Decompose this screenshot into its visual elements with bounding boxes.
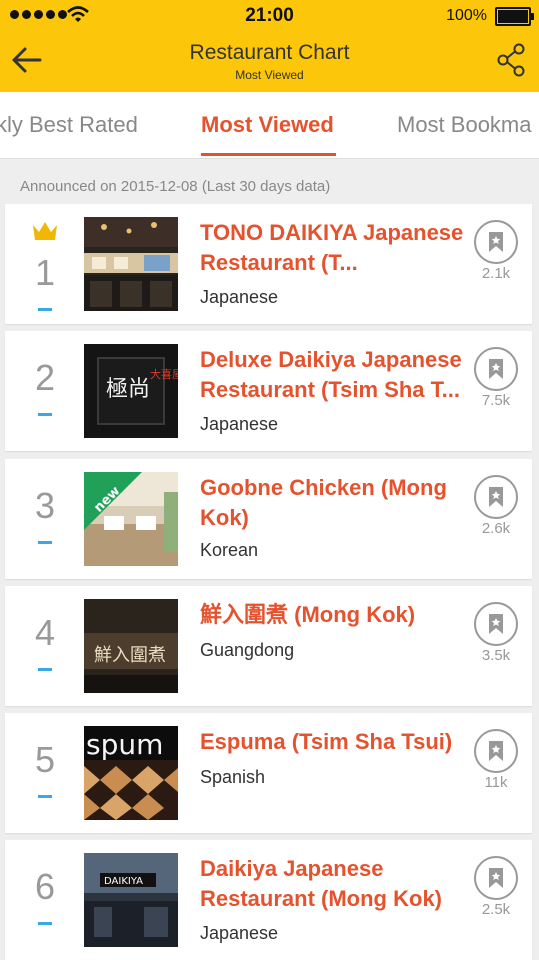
restaurant-photo[interactable]: DAIKIYA: [84, 853, 178, 947]
cuisine-label: Japanese: [200, 287, 279, 307]
rank-number: 3: [34, 485, 56, 526]
restaurant-photo[interactable]: 極尚 大喜屋: [84, 344, 178, 438]
bookmark-icon: [489, 868, 503, 888]
rank-change-indicator: [38, 541, 52, 544]
status-bar: 21:00 100%: [0, 0, 539, 32]
bookmark-button[interactable]: [474, 475, 518, 519]
cuisine-label: Japanese: [200, 923, 279, 943]
rank-change-indicator: [38, 668, 52, 671]
restaurant-name[interactable]: Goobne Chicken (Mong Kok): [200, 473, 480, 533]
cuisine-label: Korean: [200, 540, 259, 560]
rank-change-indicator: [38, 922, 52, 925]
rank-change-indicator: [38, 308, 52, 311]
restaurant-card[interactable]: 4 鮮入圍煮 鮮入圍煮 (Mong Kok) Guangdong 3.5k: [5, 586, 532, 706]
bookmark-icon: [489, 232, 503, 252]
bookmark-button[interactable]: [474, 220, 518, 264]
restaurant-name[interactable]: Daikiya Japanese Restaurant (Mong Kok): [200, 854, 480, 914]
bookmark-count: 2.5k: [481, 901, 511, 918]
rank-change-indicator: [38, 413, 52, 416]
bookmark-count: 3.5k: [481, 647, 511, 664]
rank-number: 2: [34, 357, 56, 398]
battery-icon: [495, 7, 534, 26]
share-icon[interactable]: [497, 42, 527, 78]
restaurant-card[interactable]: 2 極尚 大喜屋 Deluxe Daikiya Japanese Restaur…: [5, 331, 532, 451]
cuisine-label: Guangdong: [200, 640, 295, 660]
restaurant-photo[interactable]: 鮮入圍煮: [84, 599, 178, 693]
rank-number: 5: [34, 739, 56, 780]
active-tab-indicator: [201, 153, 336, 156]
bookmark-count: 11k: [484, 774, 508, 791]
restaurant-name[interactable]: TONO DAIKIYA Japanese Restaurant (T...: [200, 218, 480, 278]
restaurant-photo[interactable]: new: [84, 472, 178, 566]
sign-text: 鮮入圍煮: [94, 645, 166, 666]
page-title: Restaurant Chart: [189, 41, 350, 64]
restaurant-card[interactable]: 1 TONO DAIKIYA Japanese Restaurant (T...…: [5, 204, 532, 324]
restaurant-name[interactable]: Espuma (Tsim Sha Tsui): [200, 727, 480, 757]
bookmark-count: 2.1k: [481, 265, 511, 282]
tab-best-rated[interactable]: kly Best Rated: [0, 112, 138, 138]
bookmark-icon: [489, 359, 503, 379]
restaurant-card[interactable]: 3 new Goobne Chicken (Mong Kok) Korean 2…: [5, 459, 532, 579]
restaurant-photo[interactable]: [84, 217, 178, 311]
bookmark-count: 2.6k: [481, 520, 511, 537]
restaurant-photo[interactable]: spum: [84, 726, 178, 820]
announcement-text: Announced on 2015-12-08 (Last 30 days da…: [20, 178, 331, 195]
bookmark-button[interactable]: [474, 729, 518, 773]
bookmark-count: 7.5k: [481, 392, 511, 409]
bookmark-button[interactable]: [474, 347, 518, 391]
restaurant-card[interactable]: 6 DAIKIYA Daikiya Japanese Restaurant (M…: [5, 840, 532, 960]
sign-text-red: 大喜屋: [150, 367, 178, 381]
app-header: 21:00 100% Restaurant Chart Most Viewed: [0, 0, 539, 92]
battery-percentage: 100%: [446, 7, 487, 24]
sign-text: DAIKIYA: [104, 876, 143, 887]
restaurant-name[interactable]: Deluxe Daikiya Japanese Restaurant (Tsim…: [200, 345, 480, 405]
cuisine-label: Japanese: [200, 414, 279, 434]
restaurant-name[interactable]: 鮮入圍煮 (Mong Kok): [200, 600, 480, 630]
page-subtitle: Most Viewed: [235, 68, 304, 82]
bookmark-icon: [489, 614, 503, 634]
bookmark-button[interactable]: [474, 856, 518, 900]
cuisine-label: Spanish: [200, 767, 266, 787]
rank-number: 4: [34, 612, 56, 653]
tab-most-bookmarked[interactable]: Most Bookma: [397, 112, 532, 138]
crown-icon: [33, 222, 57, 240]
restaurant-card[interactable]: 5 spum Espuma (Tsim Sha Tsui) Spanish 11…: [5, 713, 532, 833]
bookmark-icon: [489, 741, 503, 761]
chart-tabs: kly Best Rated Most Viewed Most Bookma: [0, 92, 539, 159]
sign-text-white: 極尚: [106, 377, 150, 402]
rank-number: 6: [34, 866, 56, 907]
sign-text: spum: [86, 728, 163, 761]
bookmark-icon: [489, 487, 503, 507]
bookmark-button[interactable]: [474, 602, 518, 646]
tab-most-viewed[interactable]: Most Viewed: [201, 112, 334, 138]
rank-number: 1: [34, 252, 56, 293]
rank-change-indicator: [38, 795, 52, 798]
